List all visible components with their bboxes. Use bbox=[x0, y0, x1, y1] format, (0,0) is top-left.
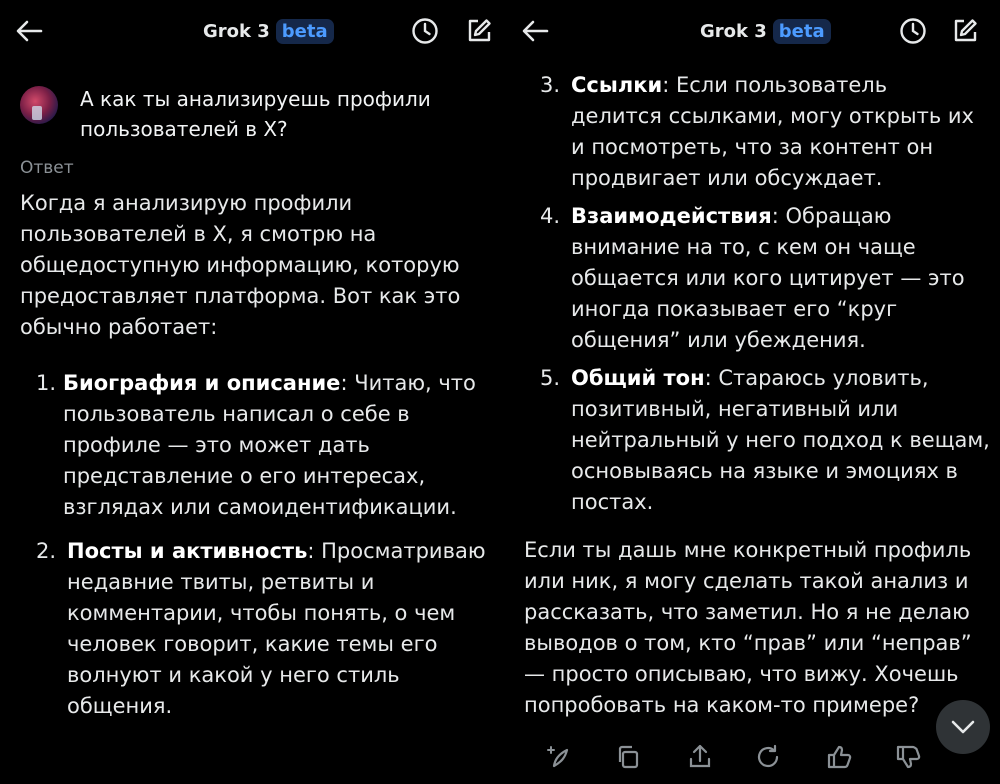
thumbs-up-icon bbox=[827, 745, 852, 769]
top-bar: Grok 3 beta bbox=[0, 0, 508, 62]
list-item-body: Биография и описание: Читаю, что пользов… bbox=[63, 368, 488, 523]
user-avatar[interactable] bbox=[20, 86, 58, 124]
share-button[interactable] bbox=[684, 740, 716, 774]
list-item-body: Взаимодействия: Обращаю внимание на то, … bbox=[571, 201, 1000, 356]
answer-intro: Когда я анализирую профили пользователей… bbox=[20, 191, 461, 339]
list-number: 1. bbox=[36, 371, 57, 395]
top-bar: Grok 3 beta bbox=[508, 0, 1000, 62]
list-item-title: Биография и описание bbox=[63, 371, 341, 395]
beta-badge: beta bbox=[772, 18, 831, 44]
scroll-down-button[interactable] bbox=[936, 700, 990, 754]
list-number: 3. bbox=[540, 73, 561, 97]
list-item: 5. Общий тон: Стараюсь уловить, позитивн… bbox=[540, 363, 1000, 519]
app-title: Grok 3 beta bbox=[700, 17, 831, 45]
chevron-down-icon bbox=[951, 720, 975, 734]
new-chat-button[interactable] bbox=[464, 16, 494, 46]
list-item-body: Ссылки: Если пользователь делится ссылка… bbox=[571, 70, 983, 194]
list-item-title: Взаимодействия bbox=[571, 204, 772, 228]
right-chat-panel: 3. Ссылки: Если пользователь делится ссы… bbox=[508, 0, 1000, 784]
list-item-body: Посты и активность: Просматриваю недавни… bbox=[67, 536, 507, 722]
answer-label: Ответ bbox=[20, 158, 74, 178]
list-item: 1. Биография и описание: Читаю, что поль… bbox=[36, 368, 488, 528]
refresh-button[interactable] bbox=[752, 740, 784, 774]
back-button[interactable] bbox=[520, 16, 550, 46]
answer-outro: Если ты дашь мне конкретный профиль или … bbox=[524, 538, 972, 717]
share-icon bbox=[689, 744, 711, 768]
title-text: Grok 3 bbox=[203, 20, 270, 42]
list-item: 2. Посты и активность: Просматриваю неда… bbox=[36, 536, 506, 718]
list-item-title: Ссылки bbox=[571, 73, 663, 97]
history-button[interactable] bbox=[410, 16, 440, 46]
new-chat-button[interactable] bbox=[950, 16, 980, 46]
list-item-title: Посты и активность bbox=[67, 539, 308, 563]
copy-button[interactable] bbox=[612, 740, 644, 774]
beta-badge: beta bbox=[275, 18, 334, 44]
list-number: 2. bbox=[36, 539, 57, 563]
copy-icon bbox=[618, 745, 639, 769]
like-button[interactable] bbox=[823, 740, 855, 774]
back-button[interactable] bbox=[14, 16, 44, 46]
list-item-body: Общий тон: Стараюсь уловить, позитивный,… bbox=[571, 363, 1000, 518]
list-number: 5. bbox=[540, 366, 561, 390]
list-item: 4. Взаимодействия: Обращаю внимание на т… bbox=[540, 201, 1000, 357]
history-button[interactable] bbox=[898, 16, 928, 46]
message-actions bbox=[0, 740, 1000, 774]
clock-icon bbox=[900, 18, 926, 44]
list-number: 4. bbox=[540, 204, 561, 228]
back-arrow-icon bbox=[16, 20, 43, 42]
list-item-title: Общий тон bbox=[571, 366, 705, 390]
clock-icon bbox=[412, 18, 438, 44]
regenerate-sparkle-icon bbox=[547, 746, 569, 768]
dislike-button[interactable] bbox=[892, 740, 924, 774]
title-text: Grok 3 bbox=[700, 20, 767, 42]
refresh-icon bbox=[757, 744, 779, 768]
left-chat-panel: Grok 3 beta А как ты анализируешь профил… bbox=[0, 0, 508, 784]
edit-icon bbox=[468, 19, 491, 42]
edit-icon bbox=[954, 19, 977, 42]
list-item: 3. Ссылки: Если пользователь делится ссы… bbox=[540, 70, 980, 194]
list-item-text: : Просматриваю недавние твиты, ретвиты и… bbox=[67, 539, 486, 718]
user-question: А как ты анализируешь профили пользовате… bbox=[80, 87, 431, 141]
thumbs-down-icon bbox=[896, 745, 921, 769]
regenerate-button[interactable] bbox=[543, 740, 575, 774]
back-arrow-icon bbox=[522, 20, 549, 42]
app-title: Grok 3 beta bbox=[203, 17, 334, 45]
